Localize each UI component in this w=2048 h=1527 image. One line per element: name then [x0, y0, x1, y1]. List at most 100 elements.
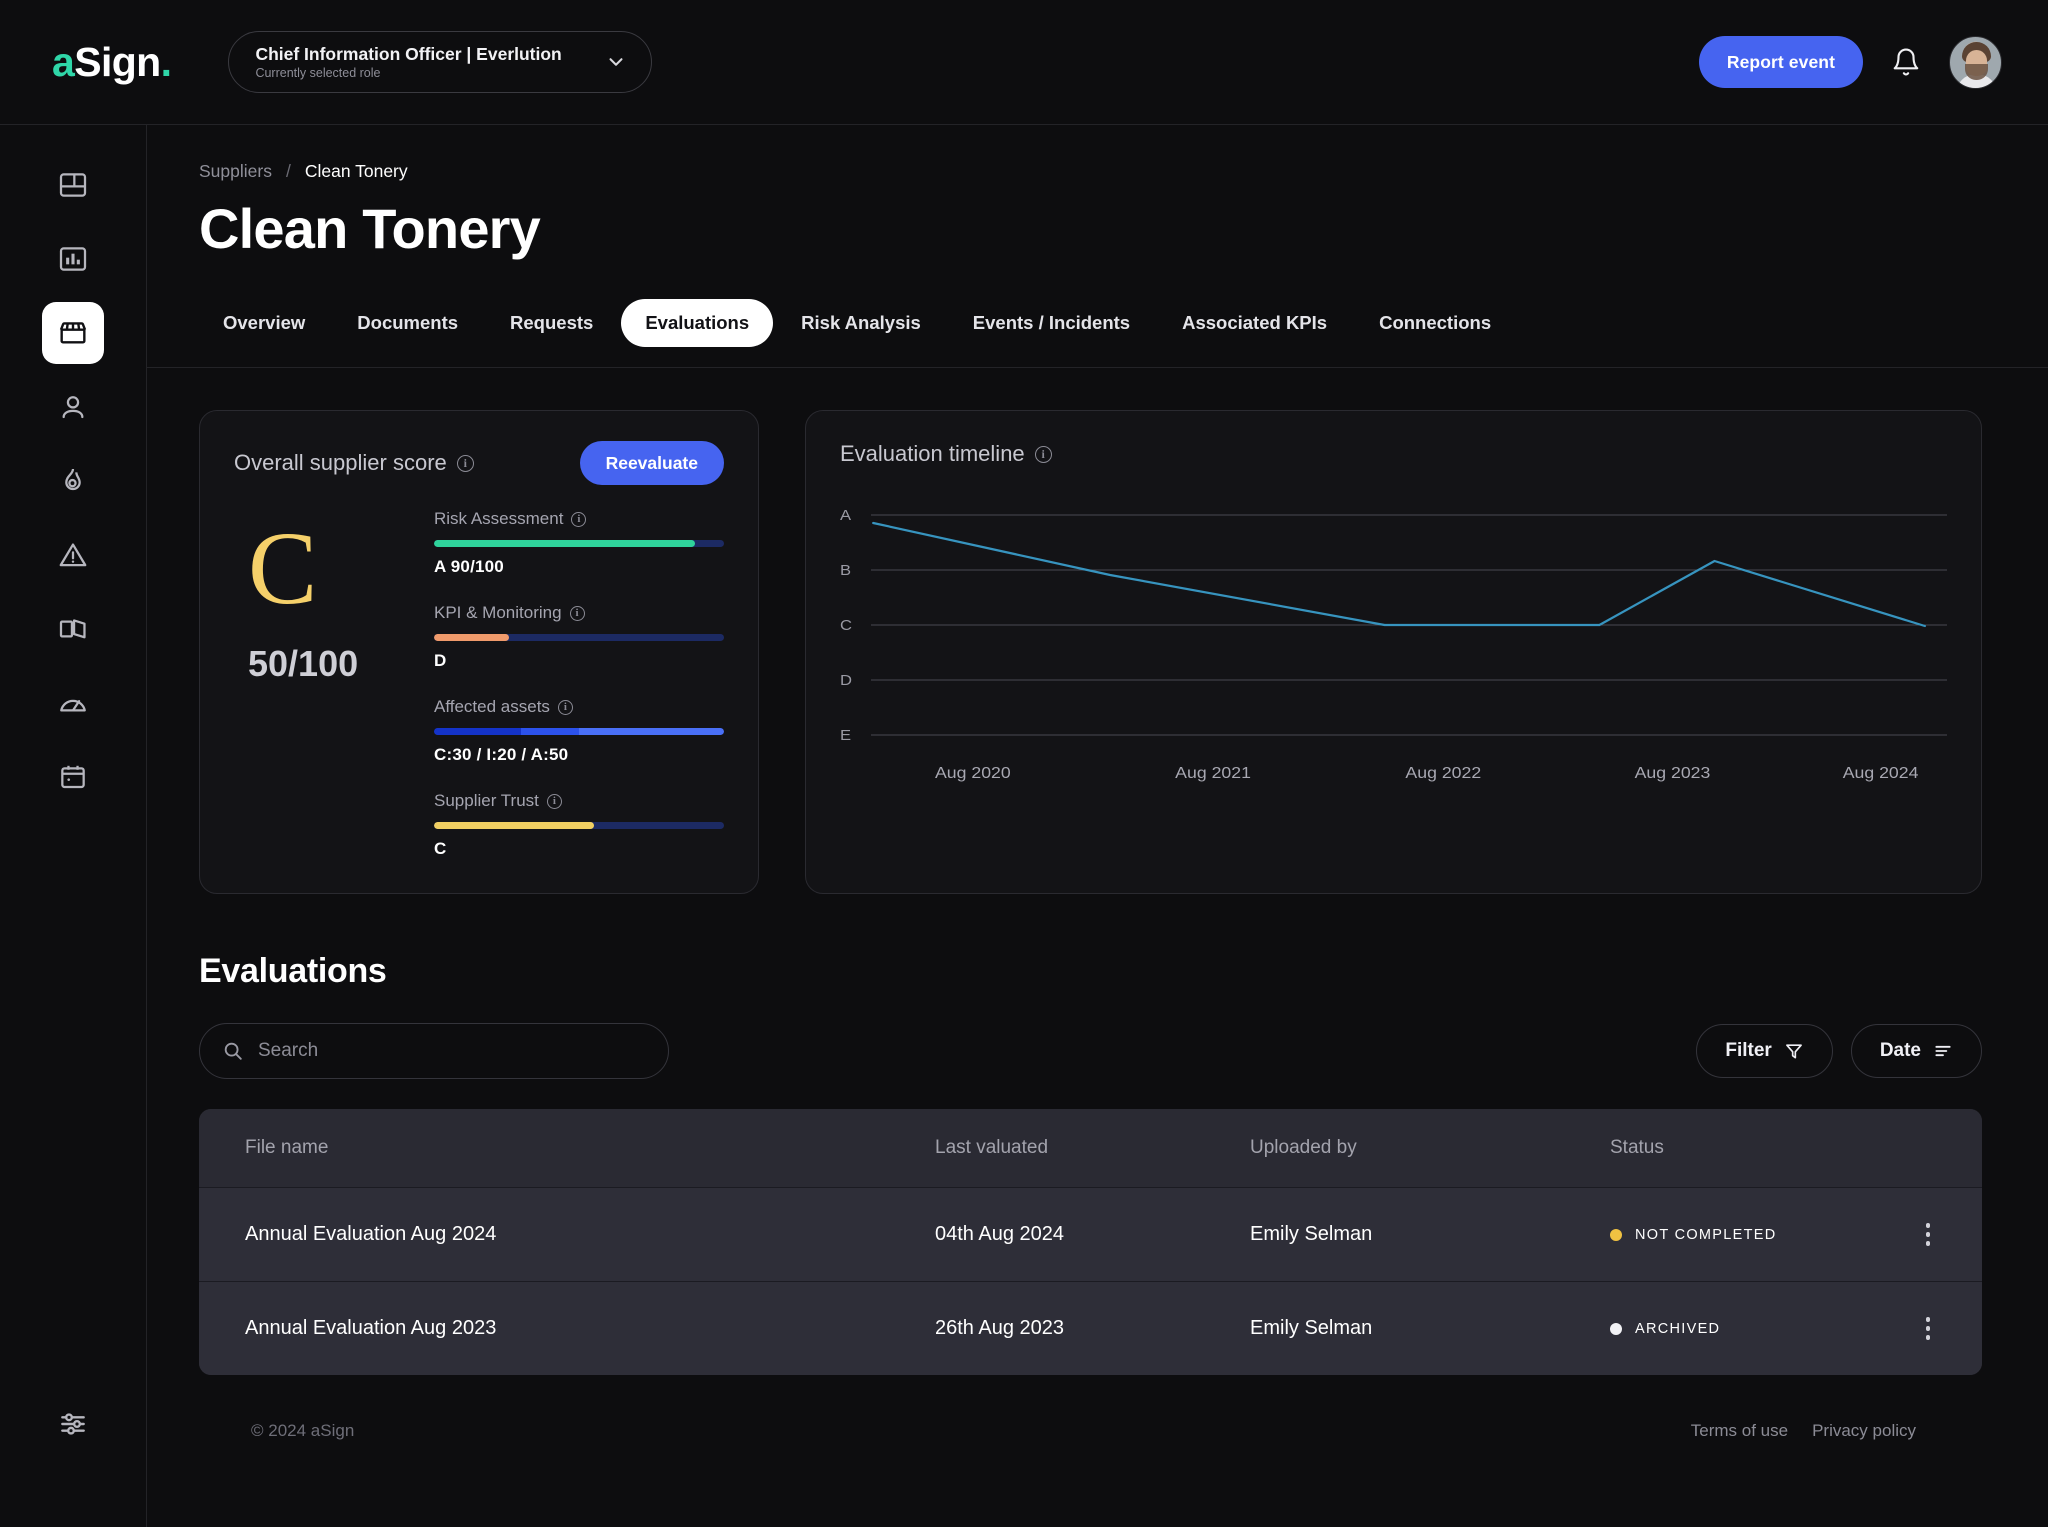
privacy-policy-link[interactable]: Privacy policy	[1812, 1421, 1916, 1441]
metric-label-wrap: KPI & Monitoring i	[434, 603, 724, 623]
table-row[interactable]: Annual Evaluation Aug 2023 26th Aug 2023…	[199, 1281, 1982, 1375]
metric-label: Supplier Trust	[434, 791, 539, 810]
body: Suppliers / Clean Tonery Clean Tonery Ov…	[0, 124, 2048, 1527]
sidebar-item-settings[interactable]	[42, 1393, 104, 1455]
chart-card-header: Evaluation timeline i	[840, 441, 1947, 467]
sidebar-item-dashboard[interactable]	[42, 154, 104, 216]
report-event-button[interactable]: Report event	[1698, 36, 1863, 88]
gauge-icon	[60, 699, 86, 712]
top-bar-actions: Report event	[1698, 35, 2002, 89]
app-root: aSign. Chief Information Officer | Everl…	[0, 0, 2048, 1527]
evaluation-timeline-card: Evaluation timeline i A B C D E Aug 2020…	[805, 410, 1982, 894]
chart-title: Evaluation timeline	[840, 441, 1025, 466]
sidebar-item-calendar[interactable]	[42, 746, 104, 808]
metric-label: Risk Assessment	[434, 509, 564, 528]
sidebar-item-performance[interactable]	[42, 672, 104, 734]
footer-copyright: © 2024 aSign	[251, 1421, 355, 1440]
tab-requests[interactable]: Requests	[486, 299, 617, 347]
terms-of-use-link[interactable]: Terms of use	[1691, 1421, 1788, 1441]
info-icon[interactable]: i	[571, 511, 587, 527]
sidebar-item-suppliers[interactable]	[42, 302, 104, 364]
footer-links: Terms of use Privacy policy	[1691, 1421, 1916, 1441]
avatar[interactable]	[1949, 35, 2002, 89]
metric-label-wrap: Affected assets i	[434, 697, 724, 717]
line-chart: A B C D E Aug 2020 Aug 2021 Aug 2022 Aug…	[840, 508, 1947, 782]
search-input[interactable]	[258, 1040, 646, 1062]
metric-value: C	[434, 839, 447, 858]
metric-label-wrap: Risk Assessment i	[434, 509, 724, 529]
svg-text:Aug 2023: Aug 2023	[1635, 764, 1711, 782]
info-icon[interactable]: i	[557, 699, 573, 715]
metric-value: C:30 / I:20 / A:50	[434, 745, 569, 764]
metric-track	[434, 634, 724, 641]
evaluations-table: File name Last valuated Uploaded by Stat…	[199, 1109, 1982, 1375]
row-menu-icon[interactable]	[1920, 1311, 1937, 1346]
status-badge: ARCHIVED	[1635, 1320, 1721, 1337]
metric-fill	[434, 634, 510, 641]
column-header-uploaded-by: Uploaded by	[1250, 1137, 1357, 1158]
cell-last-valuated: 26th Aug 2023	[935, 1317, 1065, 1339]
app-logo[interactable]: aSign.	[52, 38, 172, 85]
cell-uploaded-by: Emily Selman	[1250, 1317, 1373, 1339]
tab-associated-kpis[interactable]: Associated KPIs	[1158, 299, 1351, 347]
sidebar-item-library[interactable]	[42, 598, 104, 660]
info-icon[interactable]: i	[1034, 445, 1052, 463]
metric-track	[434, 822, 724, 829]
person-icon	[62, 396, 84, 419]
sidebar-item-analytics[interactable]	[42, 228, 104, 290]
svg-text:Aug 2021: Aug 2021	[1175, 764, 1251, 782]
tab-risk-analysis[interactable]: Risk Analysis	[777, 299, 945, 347]
metric-label: Affected assets	[434, 697, 550, 716]
evaluations-toolbar: Filter Date	[199, 1023, 1982, 1079]
date-sort-button[interactable]: Date	[1850, 1024, 1982, 1078]
svg-text:B: B	[840, 563, 851, 579]
metric-value: A 90/100	[434, 557, 504, 576]
breadcrumb: Suppliers / Clean Tonery	[199, 161, 1982, 182]
metric-fill	[434, 822, 594, 829]
score-card-body: C 50/100 Risk Assessment i A 90/100 KPI …	[234, 507, 724, 859]
score-card-header: Overall supplier score i Reevaluate	[234, 441, 724, 485]
main-content: Suppliers / Clean Tonery Clean Tonery Ov…	[147, 124, 2048, 1527]
page-title: Clean Tonery	[199, 197, 541, 260]
filter-button-label: Filter	[1725, 1040, 1772, 1061]
breadcrumb-parent[interactable]: Suppliers	[199, 161, 272, 182]
calendar-icon	[61, 765, 85, 789]
metric-label-wrap: Supplier Trust i	[434, 791, 724, 811]
column-header-status: Status	[1610, 1137, 1664, 1158]
sidebar-item-risks[interactable]	[42, 524, 104, 586]
cell-status: NOT COMPLETED	[1610, 1227, 1890, 1243]
chart-series-line	[873, 523, 1925, 626]
filter-button[interactable]: Filter	[1696, 1024, 1833, 1078]
overall-grade: C	[248, 511, 318, 626]
chevron-down-icon	[609, 58, 623, 66]
info-icon[interactable]: i	[546, 793, 562, 809]
status-badge: NOT COMPLETED	[1635, 1226, 1777, 1243]
info-icon[interactable]: i	[456, 454, 474, 472]
info-icon[interactable]: i	[569, 605, 585, 621]
table-row[interactable]: Annual Evaluation Aug 2024 04th Aug 2024…	[199, 1187, 1982, 1281]
row-menu-icon[interactable]	[1920, 1217, 1937, 1252]
tab-documents[interactable]: Documents	[333, 299, 482, 347]
logo-sign: Sign	[74, 38, 161, 85]
metric-track	[434, 728, 724, 735]
metric-risk-assessment: Risk Assessment i A 90/100	[434, 509, 724, 577]
tab-events-incidents[interactable]: Events / Incidents	[949, 299, 1154, 347]
metric-track	[434, 540, 724, 547]
reevaluate-button[interactable]: Reevaluate	[579, 441, 724, 485]
bell-icon[interactable]	[1891, 47, 1921, 77]
role-selector[interactable]: Chief Information Officer | Everlution C…	[228, 31, 653, 93]
funnel-icon	[1785, 1044, 1802, 1059]
date-button-label: Date	[1879, 1040, 1921, 1061]
tab-evaluations[interactable]: Evaluations	[621, 299, 774, 347]
role-subtitle: Currently selected role	[255, 65, 381, 80]
sidebar-item-heat[interactable]	[42, 450, 104, 512]
summary-cards: Overall supplier score i Reevaluate C 50…	[199, 410, 1982, 894]
cell-actions	[1890, 1311, 1936, 1346]
score-card-title: Overall supplier score	[234, 450, 447, 475]
sidebar-item-people[interactable]	[42, 376, 104, 438]
tab-overview[interactable]: Overview	[199, 299, 329, 347]
search-box[interactable]	[199, 1023, 669, 1079]
status-dot	[1610, 1322, 1622, 1335]
column-header-last-valuated: Last valuated	[935, 1137, 1049, 1158]
tab-connections[interactable]: Connections	[1355, 299, 1515, 347]
